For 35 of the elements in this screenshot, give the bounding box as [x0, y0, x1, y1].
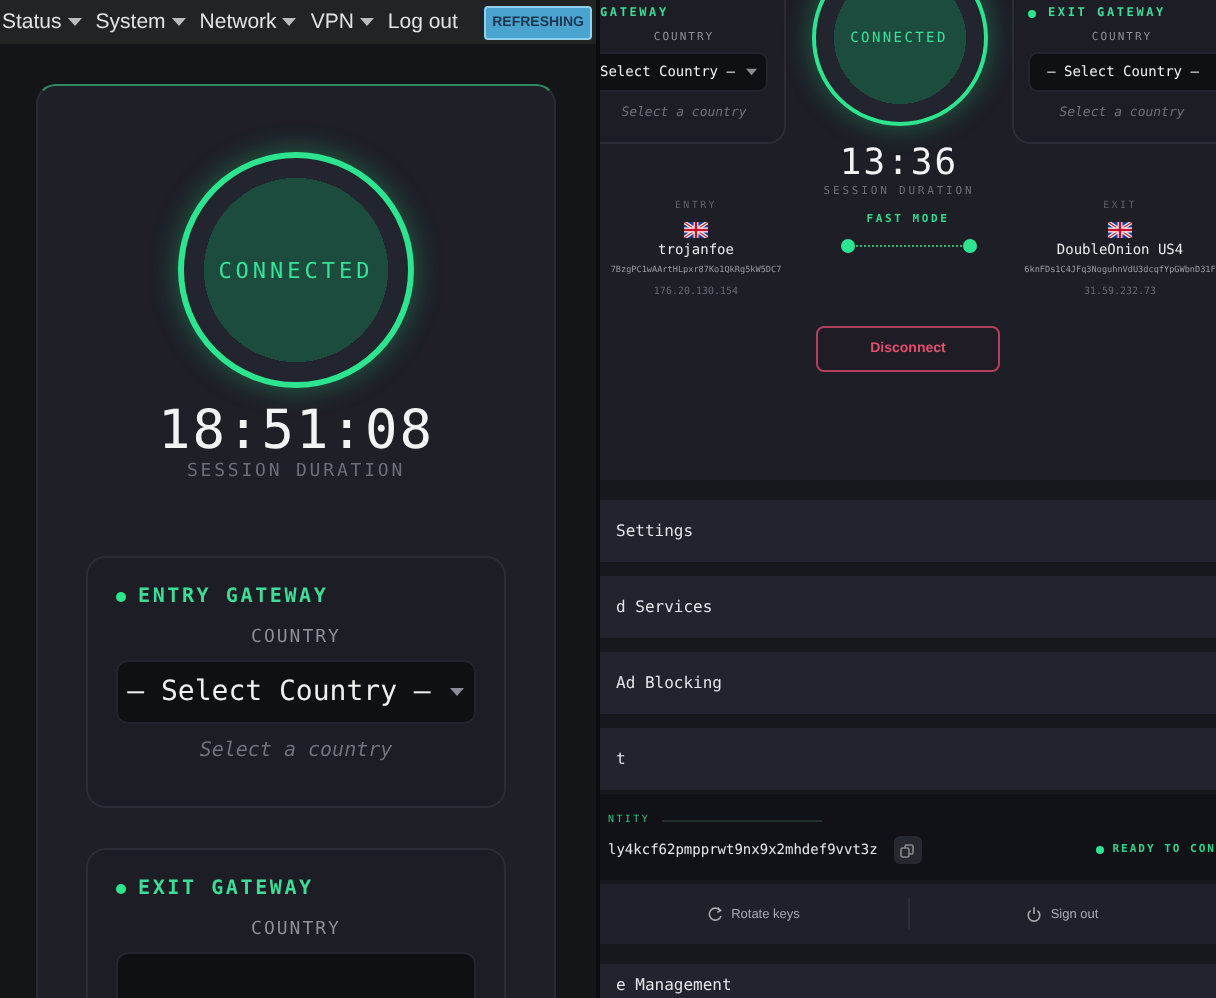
- nav-menu[interactable]: Status: [2, 10, 82, 34]
- caret-icon: [282, 18, 297, 26]
- nav-menu[interactable]: VPN: [310, 10, 374, 34]
- field-label: COUNTRY: [249, 919, 343, 940]
- status-dot: [116, 883, 126, 894]
- field-label: COUNTRY: [249, 627, 343, 648]
- flag-icon: [1108, 222, 1132, 238]
- nav-menu[interactable]: System: [95, 10, 186, 34]
- section-header[interactable]: e Management: [600, 964, 1216, 998]
- section-header[interactable]: d Services: [600, 576, 1216, 638]
- section-header[interactable]: Ad Blocking: [600, 652, 1216, 714]
- caret-icon: [171, 18, 186, 26]
- nav-link[interactable]: Log out: [387, 10, 458, 34]
- power-icon: [1026, 906, 1043, 922]
- country-select[interactable]: – Select Country –: [116, 659, 476, 724]
- caret-icon: [67, 18, 82, 26]
- nav-menu[interactable]: Network: [199, 10, 297, 34]
- session-timer: 18:51:08: [157, 400, 435, 462]
- copy-icon: [900, 843, 915, 857]
- gateway-title: EXIT GATEWAY: [138, 877, 314, 900]
- connect-button[interactable]: CONNECTED: [178, 152, 414, 388]
- caret-icon: [359, 18, 374, 26]
- section-header[interactable]: Settings: [600, 500, 1216, 562]
- hint-text: Select a country: [197, 739, 395, 762]
- status-dot: [1096, 846, 1105, 854]
- status-dot: [116, 591, 126, 602]
- refresh-icon: [707, 906, 724, 922]
- flag-icon: [684, 222, 708, 238]
- status-dot: [1028, 9, 1036, 17]
- gateway-title: ENTRY GATEWAY: [138, 585, 329, 608]
- section-header[interactable]: t: [600, 728, 1216, 790]
- copy-button[interactable]: [893, 836, 922, 864]
- session-duration-label: SESSION DURATION: [186, 462, 406, 484]
- session-timer: 13:36: [839, 144, 959, 185]
- route-line-drawing: [839, 238, 977, 254]
